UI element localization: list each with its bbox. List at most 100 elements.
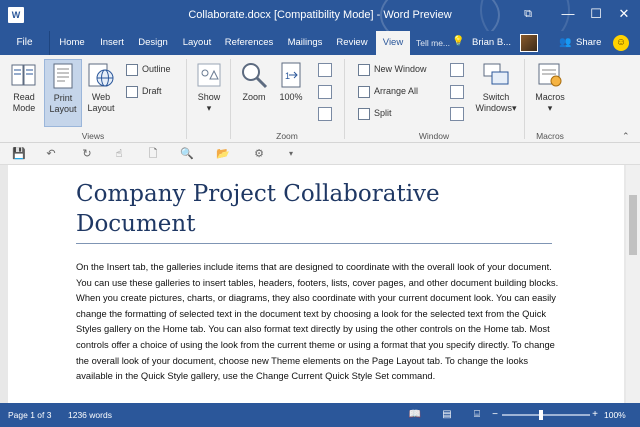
zoom-slider[interactable] xyxy=(502,414,590,416)
outline-icon xyxy=(126,63,138,76)
scrollbar-thumb[interactable] xyxy=(629,195,637,255)
zoom-slider-thumb[interactable] xyxy=(539,410,543,420)
zoom-out-icon[interactable]: − xyxy=(488,408,502,422)
print-preview-icon[interactable]: 🔍 xyxy=(180,147,194,161)
split-icon xyxy=(358,107,370,120)
magnifier-icon xyxy=(242,63,268,89)
read-mode-label: Mode xyxy=(12,103,36,113)
chevron-down-icon: ▾ xyxy=(547,103,553,113)
collapse-ribbon-icon[interactable]: ⌃ xyxy=(622,131,630,142)
synchronous-scrolling-icon[interactable] xyxy=(450,85,464,99)
print-layout-button[interactable]: Print Layout xyxy=(44,59,82,127)
draft-icon xyxy=(126,85,138,98)
print-layout-view-icon[interactable]: ▤ xyxy=(440,408,454,422)
group-divider xyxy=(524,59,525,139)
group-divider xyxy=(230,59,231,139)
window-title: Collaborate.docx [Compatibility Mode] - … xyxy=(188,9,452,21)
page-width-icon[interactable] xyxy=(318,107,332,121)
read-mode-button[interactable]: Read Mode xyxy=(6,61,42,127)
ribbon-view: Read Mode Print Layout Web Layout Outlin… xyxy=(0,55,640,143)
zoom-group-label: Zoom xyxy=(276,131,298,141)
redo-icon[interactable]: ↻ xyxy=(80,147,94,161)
group-divider xyxy=(344,59,345,139)
reset-window-position-icon[interactable] xyxy=(450,107,464,121)
new-window-button[interactable]: New Window xyxy=(358,61,427,77)
switch-windows-icon xyxy=(483,63,509,85)
page-count[interactable]: Page 1 of 3 xyxy=(8,403,51,427)
arrange-all-icon xyxy=(358,85,370,98)
zoom-label: Zoom xyxy=(242,92,266,102)
save-icon[interactable]: 💾 xyxy=(12,147,26,161)
vertical-scrollbar[interactable] xyxy=(626,165,640,403)
close-button[interactable]: ✕ xyxy=(612,4,636,24)
macros-label: Macros xyxy=(535,92,565,102)
switch-windows-label: Windows xyxy=(475,103,512,113)
feedback-smiley-icon[interactable]: ☺ xyxy=(613,35,629,51)
web-layout-label: Web xyxy=(91,92,111,102)
read-mode-icon xyxy=(11,64,36,86)
view-side-by-side-icon[interactable] xyxy=(450,63,464,77)
title-bar: W Collaborate.docx [Compatibility Mode] … xyxy=(0,0,640,31)
zoom-100-icon: 1 xyxy=(281,62,301,88)
tab-references[interactable]: References xyxy=(222,31,276,55)
views-group-label: Views xyxy=(81,131,105,141)
maximize-button[interactable]: ☐ xyxy=(584,4,608,24)
arrange-all-button[interactable]: Arrange All xyxy=(358,83,418,99)
word-count[interactable]: 1236 words xyxy=(68,403,112,427)
outline-label: Outline xyxy=(142,64,171,74)
draft-button[interactable]: Draft xyxy=(126,83,162,99)
split-label: Split xyxy=(374,108,392,118)
tab-mailings[interactable]: Mailings xyxy=(282,31,328,55)
read-mode-label: Read xyxy=(13,92,35,102)
web-layout-icon xyxy=(88,63,114,87)
split-button[interactable]: Split xyxy=(358,105,392,121)
switch-windows-label: Switch xyxy=(482,92,510,102)
tab-file[interactable]: File xyxy=(0,31,50,55)
multiple-pages-icon[interactable] xyxy=(318,85,332,99)
show-label: Show xyxy=(197,92,221,102)
tab-view[interactable]: View xyxy=(376,31,410,55)
draft-label: Draft xyxy=(142,86,162,96)
open-folder-icon[interactable]: 📂 xyxy=(216,147,230,161)
ribbon-display-options-icon[interactable]: ⧉ xyxy=(516,4,540,24)
tab-home[interactable]: Home xyxy=(54,31,90,55)
avatar[interactable] xyxy=(520,34,538,52)
undo-icon[interactable]: ↶ xyxy=(44,147,58,161)
zoom-percentage[interactable]: 100% xyxy=(604,403,626,427)
switch-windows-button[interactable]: Switch Windows▾ xyxy=(474,61,518,127)
zoom-button[interactable]: Zoom xyxy=(236,61,272,127)
read-mode-view-icon[interactable]: 📖 xyxy=(408,408,422,422)
web-layout-view-icon[interactable]: ⌸ xyxy=(470,408,484,422)
chevron-down-icon[interactable]: ▾ xyxy=(284,147,298,161)
document-page[interactable]: Company Project Collaborative Document O… xyxy=(8,165,624,403)
tab-review[interactable]: Review xyxy=(332,31,372,55)
web-layout-button[interactable]: Web Layout xyxy=(84,61,118,127)
status-bar: Page 1 of 3 1236 words 📖 ▤ ⌸ − + 100% xyxy=(0,403,640,427)
touch-mode-icon[interactable]: ☝ xyxy=(112,147,126,161)
outline-button[interactable]: Outline xyxy=(126,61,171,77)
new-document-icon[interactable]: 🗋 xyxy=(146,147,160,161)
print-layout-label: Print xyxy=(53,93,73,103)
customize-toolbar-icon[interactable]: ⚙ xyxy=(252,147,266,161)
show-icon xyxy=(197,63,221,87)
tab-layout[interactable]: Layout xyxy=(178,31,216,55)
arrange-all-label: Arrange All xyxy=(374,86,419,96)
svg-text:1: 1 xyxy=(285,71,290,81)
zoom-100-button[interactable]: 1 100% xyxy=(274,61,308,127)
document-title[interactable]: Company Project Collaborative Document xyxy=(76,179,556,239)
macros-button[interactable]: Macros ▾ xyxy=(530,61,570,127)
show-button[interactable]: Show ▾ xyxy=(192,61,226,127)
minimize-button[interactable]: — xyxy=(556,4,580,24)
zoom-in-icon[interactable]: + xyxy=(588,408,602,422)
tab-design[interactable]: Design xyxy=(134,31,172,55)
account-name[interactable]: Brian B... xyxy=(472,31,511,55)
macros-group-label: Macros xyxy=(536,131,564,141)
quick-access-toolbar: 💾 ↶ ↻ ☝ 🗋 🔍 📂 ⚙ ▾ xyxy=(0,143,640,165)
document-canvas: Company Project Collaborative Document O… xyxy=(0,165,640,403)
one-page-icon[interactable] xyxy=(318,63,332,77)
share-button[interactable]: Share xyxy=(576,31,601,55)
document-body[interactable]: On the Insert tab, the galleries include… xyxy=(76,260,560,385)
zoom-percent-label: 100% xyxy=(279,92,303,102)
tab-insert[interactable]: Insert xyxy=(94,31,130,55)
web-layout-label: Layout xyxy=(87,103,115,113)
